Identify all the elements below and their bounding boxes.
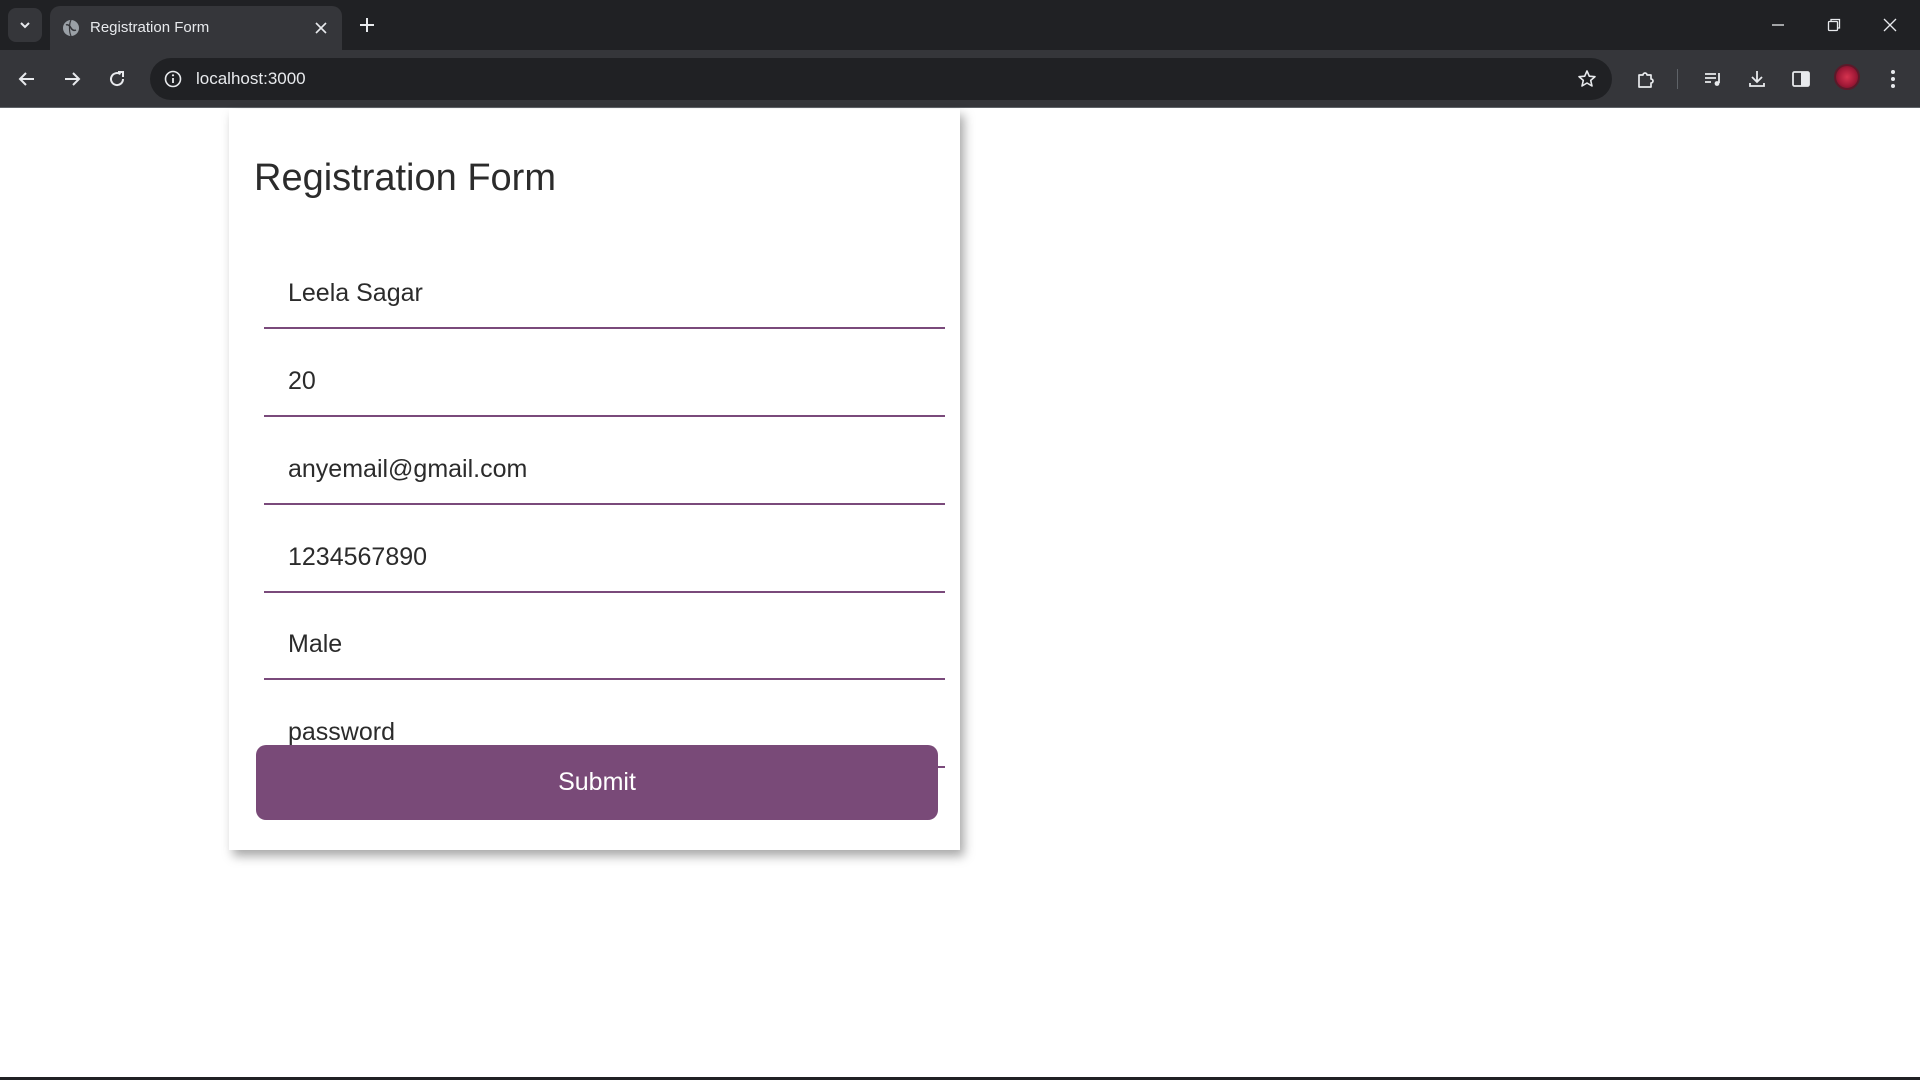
reload-button[interactable] (101, 63, 133, 95)
arrow-right-icon (65, 72, 81, 86)
globe-icon (63, 19, 79, 37)
kebab-menu-icon (1891, 70, 1895, 88)
age-input[interactable] (264, 347, 945, 415)
email-input[interactable] (264, 435, 945, 503)
profile-avatar[interactable] (1834, 64, 1860, 90)
gender-input[interactable] (264, 610, 945, 678)
minimize-icon (1772, 24, 1784, 26)
close-window-button[interactable] (1862, 0, 1918, 50)
tab-close-button[interactable] (310, 17, 332, 39)
tab-strip: Registration Form (0, 0, 1920, 50)
tab-search-button[interactable] (8, 8, 42, 42)
phone-input[interactable] (264, 523, 945, 591)
downloads-button[interactable] (1742, 64, 1772, 94)
side-panel-button[interactable] (1786, 64, 1816, 94)
side-panel-icon (1792, 71, 1810, 87)
forward-button[interactable] (56, 63, 88, 95)
phone-field (264, 523, 945, 593)
browser-tab[interactable]: Registration Form (50, 6, 342, 50)
gender-field (264, 610, 945, 680)
name-field (264, 259, 945, 329)
plus-icon (360, 18, 374, 32)
reload-icon (110, 71, 125, 87)
browser-menu-button[interactable] (1878, 64, 1908, 94)
address-bar[interactable]: localhost:3000 (150, 58, 1612, 100)
url-text: localhost:3000 (196, 69, 306, 88)
bookmark-button[interactable] (1576, 68, 1598, 90)
age-field (264, 347, 945, 417)
media-controls-button[interactable] (1698, 64, 1728, 94)
email-field (264, 435, 945, 505)
restore-button[interactable] (1806, 0, 1862, 50)
close-icon (1883, 18, 1897, 32)
site-info-button[interactable] (162, 68, 184, 90)
close-icon (315, 22, 327, 34)
back-button[interactable] (11, 63, 43, 95)
browser-toolbar: localhost:3000 (0, 50, 1920, 108)
media-queue-icon (1705, 73, 1720, 86)
minimize-button[interactable] (1750, 0, 1806, 50)
arrow-left-icon (18, 72, 34, 86)
extensions-button[interactable] (1631, 64, 1661, 94)
restore-icon (1827, 18, 1841, 32)
page-title: Registration Form (254, 157, 556, 199)
submit-button[interactable]: Submit (256, 745, 938, 820)
download-icon (1749, 71, 1765, 87)
puzzle-icon (1638, 72, 1654, 88)
new-tab-button[interactable] (352, 10, 382, 40)
registration-card: Registration Form Submit (229, 109, 960, 850)
chevron-down-icon (20, 22, 30, 29)
star-icon (1578, 70, 1596, 87)
tab-title: Registration Form (90, 19, 210, 36)
name-input[interactable] (264, 259, 945, 327)
info-icon (164, 70, 182, 88)
toolbar-divider (1677, 69, 1678, 89)
